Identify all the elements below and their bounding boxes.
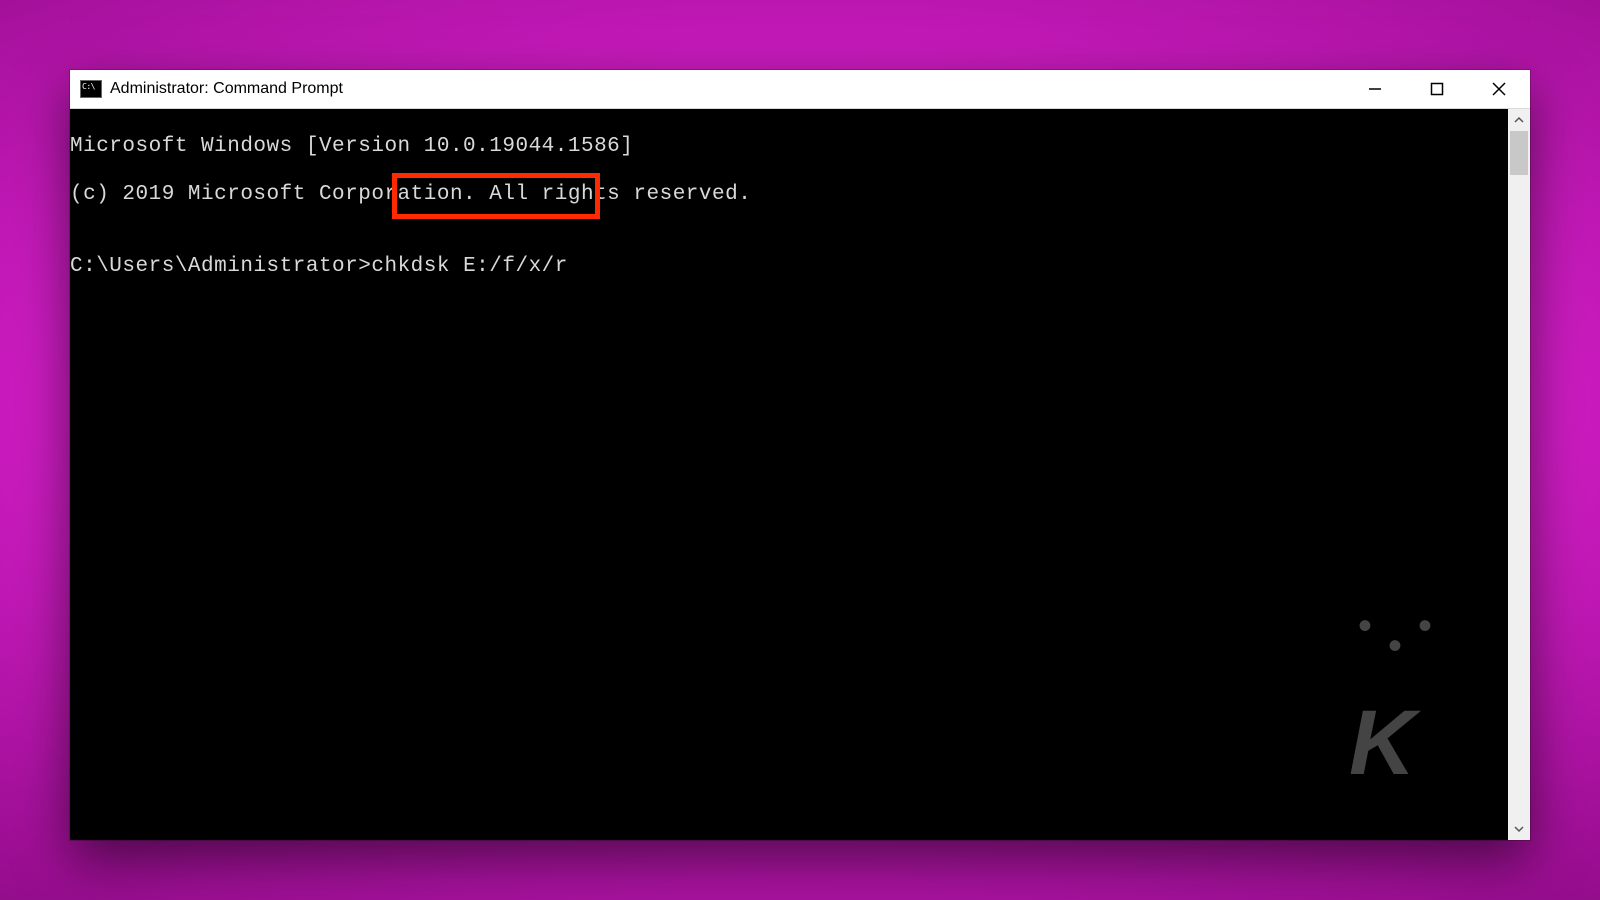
close-button[interactable] xyxy=(1468,70,1530,108)
window-title: Administrator: Command Prompt xyxy=(110,80,1344,98)
titlebar[interactable]: Administrator: Command Prompt xyxy=(70,70,1530,109)
client-area: Microsoft Windows [Version 10.0.19044.15… xyxy=(70,109,1530,840)
prompt-path: C:\Users\Administrator> xyxy=(70,255,371,278)
desktop-background: Administrator: Command Prompt Microsoft … xyxy=(0,0,1600,900)
watermark-letter: K xyxy=(1349,708,1480,778)
maximize-button[interactable] xyxy=(1406,70,1468,108)
watermark: • • • K xyxy=(1349,572,1480,826)
terminal-output[interactable]: Microsoft Windows [Version 10.0.19044.15… xyxy=(70,109,1508,840)
window-controls xyxy=(1344,70,1530,108)
scrollbar-track[interactable] xyxy=(1508,131,1530,818)
typed-command: chkdsk E:/f/x/r xyxy=(371,255,568,278)
command-prompt-window: Administrator: Command Prompt Microsoft … xyxy=(70,70,1530,840)
scrollbar-thumb[interactable] xyxy=(1510,131,1528,175)
scroll-down-button[interactable] xyxy=(1508,818,1530,840)
terminal-line: (c) 2019 Microsoft Corporation. All righ… xyxy=(70,183,1508,207)
scroll-up-button[interactable] xyxy=(1508,109,1530,131)
vertical-scrollbar[interactable] xyxy=(1508,109,1530,840)
minimize-button[interactable] xyxy=(1344,70,1406,108)
terminal-prompt-line: C:\Users\Administrator>chkdsk E:/f/x/r xyxy=(70,255,1508,279)
terminal-line: Microsoft Windows [Version 10.0.19044.15… xyxy=(70,135,1508,159)
cmd-icon xyxy=(80,80,102,98)
